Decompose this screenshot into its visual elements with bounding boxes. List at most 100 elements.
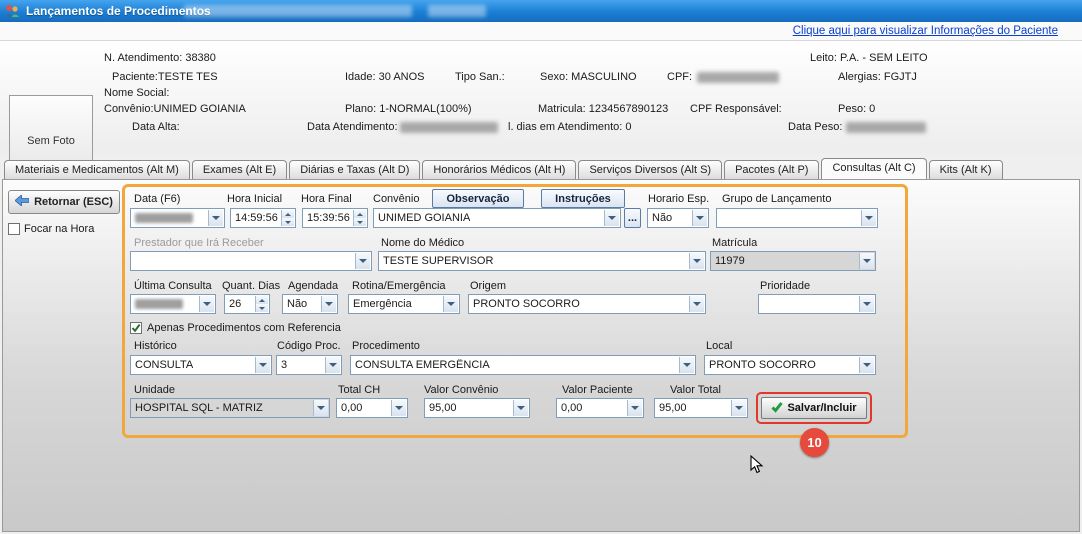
quant-dias-label: Quant. Dias: [222, 280, 280, 292]
procedimento-combo[interactable]: CONSULTA EMERGÊNCIA: [350, 355, 696, 375]
agendada-value: Não: [287, 298, 307, 310]
origem-value: PRONTO SOCORRO: [473, 298, 580, 310]
quant-dias-spinner[interactable]: 26: [224, 294, 270, 314]
chevron-down-icon[interactable]: [731, 400, 746, 416]
rotina-emergencia-combo[interactable]: Emergência: [348, 294, 460, 314]
chevron-down-icon[interactable]: [391, 400, 406, 416]
spin-up-icon: [281, 210, 294, 218]
patient-header: Sem Foto N. Atendimento: 38380 Leito: P.…: [0, 41, 1082, 153]
chevron-down-icon[interactable]: [443, 296, 458, 312]
chevron-down-icon[interactable]: [355, 253, 370, 269]
idade-value: Idade: 30 ANOS: [345, 71, 425, 83]
convenio-lookup-button[interactable]: ...: [624, 208, 641, 228]
data-f6-combo[interactable]: [130, 208, 225, 228]
spin-down-icon: [353, 218, 366, 226]
tab-honorarios-medicos[interactable]: Honorários Médicos (Alt H): [422, 160, 576, 179]
cpf-responsavel-label: CPF Responsável:: [690, 103, 782, 115]
tab-servicos-diversos[interactable]: Serviços Diversos (Alt S): [578, 160, 722, 179]
matricula-value: Matricula: 1234567890123: [538, 103, 668, 115]
nome-medico-combo[interactable]: TESTE SUPERVISOR: [378, 251, 706, 271]
convenio-value: Convênio:UNIMED GOIANIA: [104, 103, 246, 115]
tab-consultas[interactable]: Consultas (Alt C): [821, 158, 926, 179]
agendada-label: Agendada: [288, 280, 338, 292]
chevron-down-icon[interactable]: [513, 400, 528, 416]
horario-esp-combo[interactable]: Não: [647, 208, 709, 228]
local-combo[interactable]: PRONTO SOCORRO: [704, 355, 876, 375]
spinner-buttons[interactable]: [353, 210, 366, 226]
chevron-down-icon[interactable]: [208, 210, 223, 226]
chevron-down-icon[interactable]: [689, 253, 704, 269]
origem-combo[interactable]: PRONTO SOCORRO: [468, 294, 706, 314]
chevron-down-icon[interactable]: [692, 210, 707, 226]
chevron-down-icon[interactable]: [859, 296, 874, 312]
quant-dias-value: 26: [229, 298, 241, 310]
alergias-value: Alergias: FGJTJ: [838, 71, 917, 83]
unidade-combo[interactable]: HOSPITAL SQL - MATRIZ: [130, 398, 330, 418]
chevron-down-icon[interactable]: [255, 357, 270, 373]
total-ch-combo[interactable]: 0,00: [336, 398, 408, 418]
hora-final-value: 15:39:56: [307, 212, 350, 224]
matricula-combo[interactable]: 11979: [710, 251, 876, 271]
chevron-down-icon[interactable]: [859, 253, 874, 269]
convenio-combo-value: UNIMED GOIANIA: [378, 212, 470, 224]
total-ch-value: 0,00: [341, 402, 362, 414]
redacted-date-value: [135, 213, 193, 223]
local-value: PRONTO SOCORRO: [709, 359, 816, 371]
hora-final-spinner[interactable]: 15:39:56: [302, 208, 368, 228]
convenio-label: Convênio: [373, 193, 419, 205]
tab-kits[interactable]: Kits (Alt K): [929, 160, 1003, 179]
tab-materiais-medicamentos[interactable]: Materiais e Medicamentos (Alt M): [4, 160, 190, 179]
plano-value: Plano: 1-NORMAL(100%): [345, 103, 472, 115]
ultima-consulta-combo[interactable]: [130, 294, 216, 314]
spinner-buttons[interactable]: [281, 210, 294, 226]
chevron-down-icon[interactable]: [689, 296, 704, 312]
agendada-combo[interactable]: Não: [282, 294, 338, 314]
redacted-ultima-consulta: [135, 299, 183, 309]
prestador-combo[interactable]: [130, 251, 372, 271]
chevron-down-icon[interactable]: [313, 400, 328, 416]
codigo-proc-combo[interactable]: 3: [276, 355, 342, 375]
return-button[interactable]: Retornar (ESC): [8, 190, 120, 214]
valor-convenio-combo[interactable]: 95,00: [424, 398, 530, 418]
valor-convenio-label: Valor Convênio: [424, 384, 498, 396]
valor-total-value: 95,00: [659, 402, 687, 414]
observacao-button[interactable]: Observação: [432, 189, 524, 208]
redacted-cpf: [697, 72, 779, 83]
local-label: Local: [706, 340, 732, 352]
historico-combo[interactable]: CONSULTA: [130, 355, 272, 375]
sexo-value: Sexo: MASCULINO: [540, 71, 637, 83]
apenas-referencia-checkbox[interactable]: [130, 322, 142, 334]
prioridade-combo[interactable]: [758, 294, 876, 314]
chevron-down-icon[interactable]: [199, 296, 214, 312]
salvar-incluir-label: Salvar/Incluir: [787, 402, 856, 414]
convenio-combo[interactable]: UNIMED GOIANIA: [373, 208, 621, 228]
unidade-label: Unidade: [134, 384, 175, 396]
chevron-down-icon[interactable]: [325, 357, 340, 373]
chevron-down-icon[interactable]: [859, 357, 874, 373]
check-icon: [131, 323, 141, 333]
valor-paciente-combo[interactable]: 0,00: [556, 398, 644, 418]
instrucoes-button[interactable]: Instruções: [541, 189, 625, 208]
tab-exames[interactable]: Exames (Alt E): [192, 160, 287, 179]
matricula-value: 11979: [715, 255, 745, 267]
focar-na-hora-checkbox[interactable]: [8, 223, 20, 235]
data-peso-label: Data Peso:: [788, 121, 842, 133]
tab-pacotes[interactable]: Pacotes (Alt P): [724, 160, 819, 179]
salvar-incluir-button[interactable]: Salvar/Incluir: [761, 397, 867, 419]
chevron-down-icon[interactable]: [679, 357, 694, 373]
tipo-sanguineo-label: Tipo San.:: [455, 71, 505, 83]
hora-inicial-spinner[interactable]: 14:59:56: [230, 208, 296, 228]
spin-down-icon: [255, 304, 268, 312]
chevron-down-icon[interactable]: [321, 296, 336, 312]
spin-up-icon: [353, 210, 366, 218]
chevron-down-icon[interactable]: [604, 210, 619, 226]
grupo-lancamento-combo[interactable]: [716, 208, 878, 228]
leito-value: Leito: P.A. - SEM LEITO: [810, 52, 928, 64]
spinner-buttons[interactable]: [255, 296, 268, 312]
chevron-down-icon[interactable]: [627, 400, 642, 416]
tab-diarias-taxas[interactable]: Diárias e Taxas (Alt D): [289, 160, 420, 179]
chevron-down-icon[interactable]: [861, 210, 876, 226]
patient-info-link[interactable]: Clique aqui para visualizar Informações …: [793, 25, 1058, 37]
horario-esp-label: Horario Esp.: [648, 193, 709, 205]
valor-total-combo[interactable]: 95,00: [654, 398, 748, 418]
